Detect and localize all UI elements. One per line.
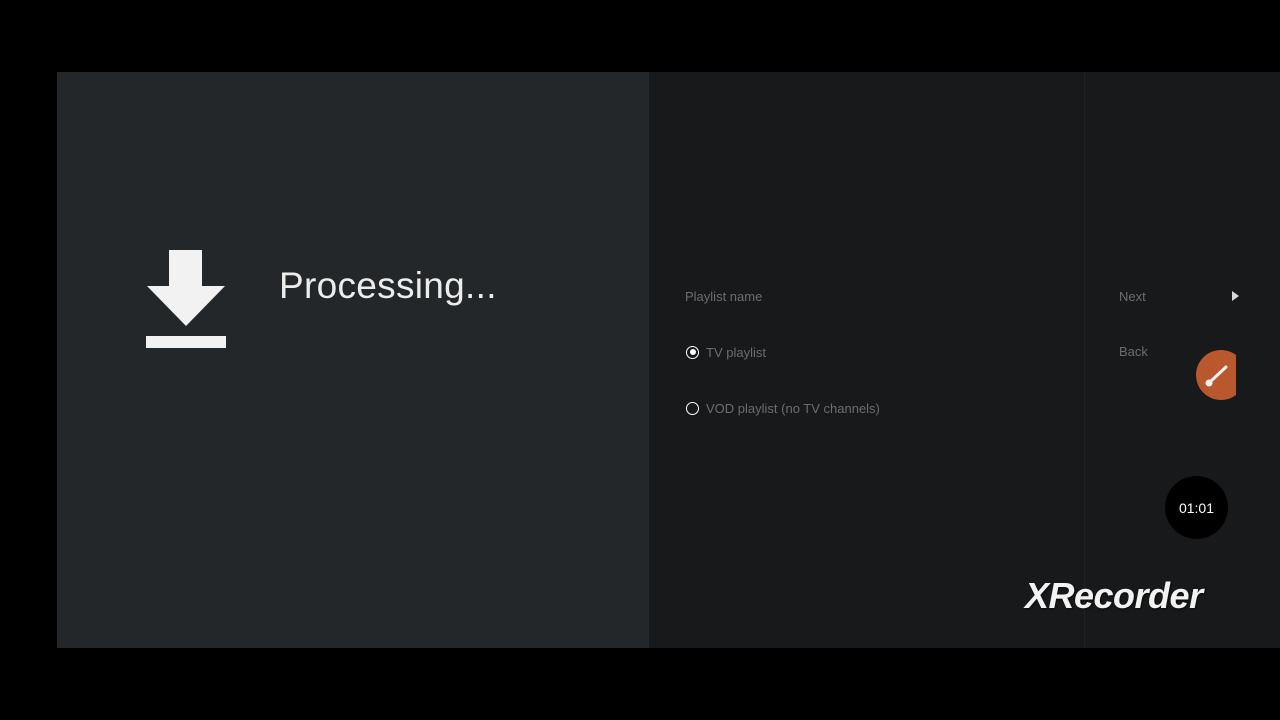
app-screen: Processing... Playlist name TV playlist … (57, 72, 1280, 648)
back-button[interactable]: Back (1119, 344, 1148, 359)
radio-label-tv: TV playlist (706, 344, 766, 360)
panel-divider (1084, 72, 1085, 648)
recording-timer[interactable]: 01:01 (1165, 476, 1228, 539)
recorder-floating-bubble[interactable] (1196, 350, 1236, 400)
radio-tv-playlist[interactable]: TV playlist (686, 343, 766, 361)
next-button[interactable]: Next (1119, 289, 1146, 304)
radio-checked-icon[interactable] (686, 345, 699, 359)
radio-unchecked-icon[interactable] (686, 401, 699, 415)
radio-label-vod: VOD playlist (no TV channels) (706, 400, 880, 416)
radio-vod-playlist[interactable]: VOD playlist (no TV channels) (686, 399, 880, 417)
xrecorder-watermark: XRecorder (1025, 575, 1203, 616)
processing-status: Processing... (279, 265, 497, 306)
playlist-name-field[interactable]: Playlist name (685, 289, 762, 304)
brush-icon (1205, 365, 1228, 387)
download-icon (145, 250, 227, 350)
play-arrow-icon (1232, 291, 1239, 301)
progress-panel: Processing... (57, 72, 649, 648)
